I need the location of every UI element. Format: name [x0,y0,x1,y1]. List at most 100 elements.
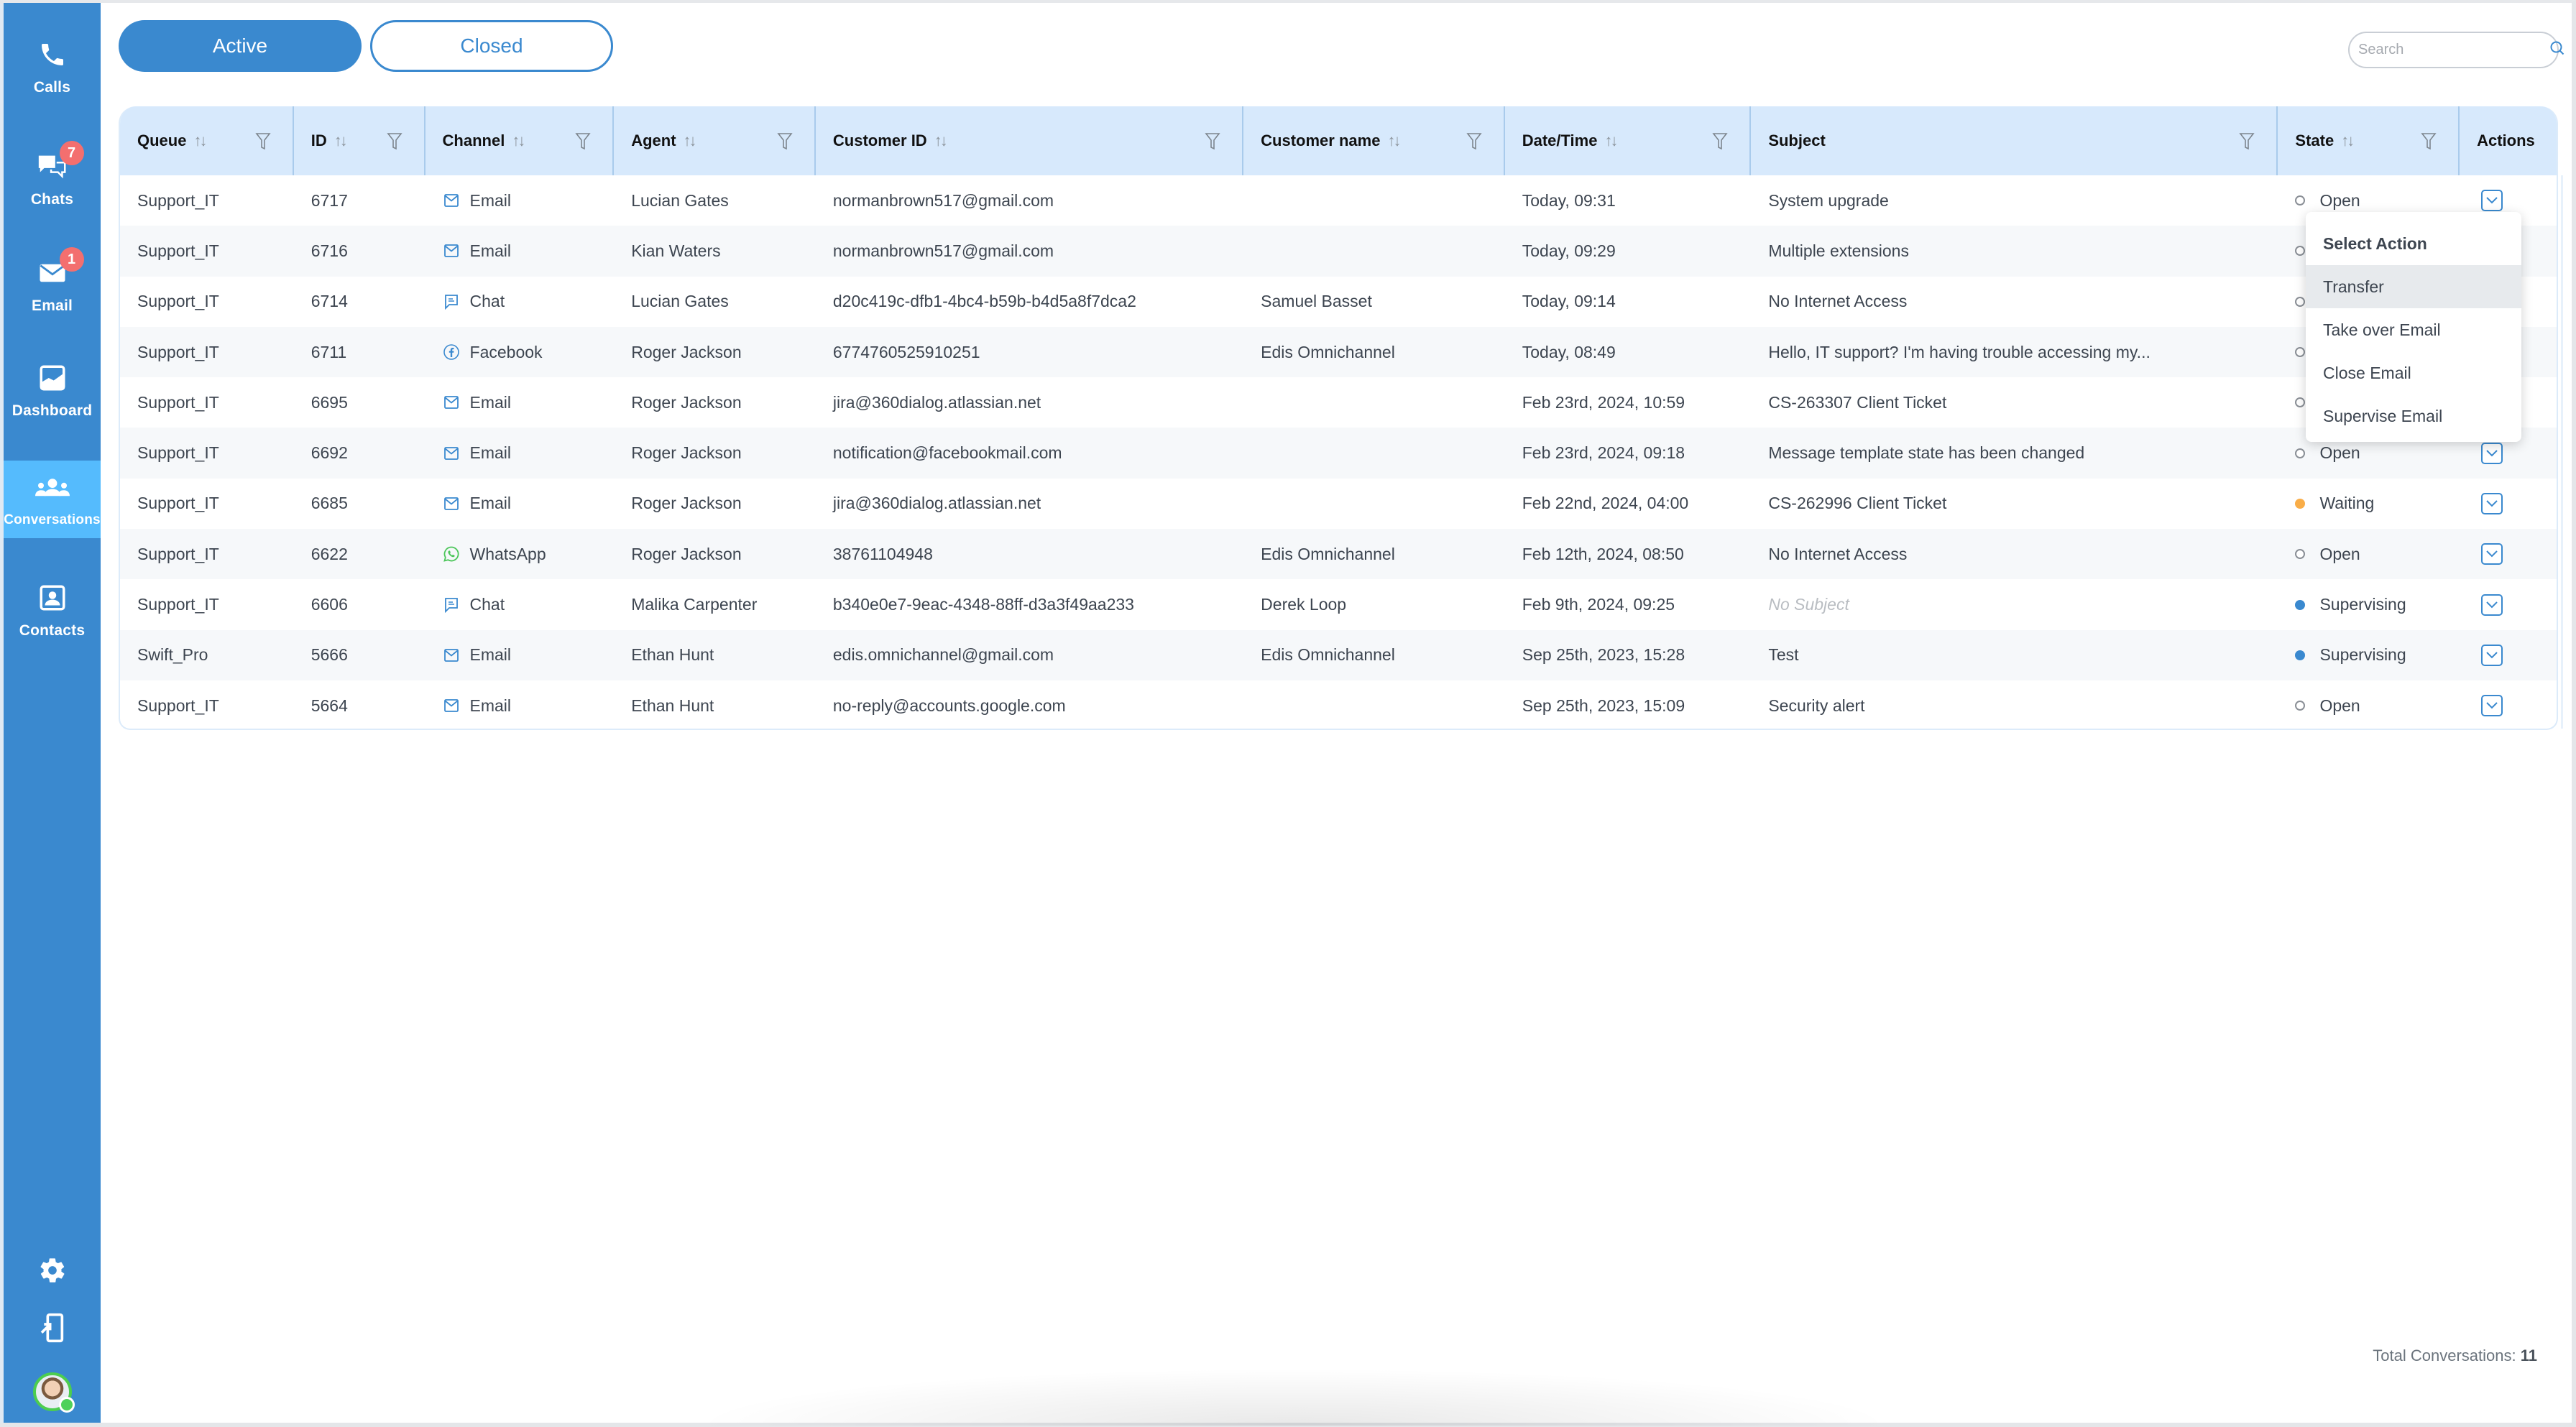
filter-icon[interactable] [1712,132,1728,151]
column-header-id[interactable]: ID ↑↓ [294,106,426,175]
chat-icon [443,596,460,614]
cell-agent: Roger Jackson [631,544,742,563]
filter-icon[interactable] [1466,132,1482,151]
table-row[interactable]: Support_IT 6622 WhatsApp Roger Jackson 38761… [120,529,2557,580]
state-label: Open [2319,696,2360,715]
email-icon [443,445,460,462]
filter-icon[interactable] [575,132,591,151]
cell-agent: Roger Jackson [631,443,742,463]
cell-customer-id: edis.omnichannel@gmail.com [832,645,1054,665]
filter-icon[interactable] [255,132,271,151]
cell-subject: System upgrade [1768,190,1889,210]
sidebar-item-contacts[interactable]: Contacts [4,571,101,650]
state-label: Open [2319,190,2360,210]
filter-icon[interactable] [2239,132,2255,151]
cell-queue: Support_IT [137,595,219,614]
cell-channel: Email [426,680,615,729]
sidebar-item-label: Chats [30,191,74,208]
cell-subject: CS-262996 Client Ticket [1768,494,1947,513]
sidebar-item-chats[interactable]: 7 Chats [4,139,101,218]
table-row[interactable]: Support_IT 6711 Facebook Roger Jackson 67747… [120,326,2557,378]
filter-icon[interactable] [777,132,793,151]
sidebar-item-dashboard[interactable]: Dashboard [4,351,101,430]
tab-closed[interactable]: Closed [370,20,613,72]
facebook-icon [443,343,460,361]
cell-customer-name: Edis Omnichannel [1261,544,1395,563]
column-header-queue[interactable]: Queue ↑↓ [120,106,294,175]
sort-icon[interactable]: ↑↓ [193,131,207,150]
row-action-dropdown-button[interactable] [2481,644,2503,666]
sidebar-item-label: Dashboard [12,402,93,419]
column-header-customer-id[interactable]: Customer ID ↑↓ [816,106,1244,175]
row-action-dropdown-button[interactable] [2481,492,2503,514]
cell-subject: Message template state has been changed [1768,443,2085,463]
online-status-indicator [58,1397,75,1413]
sort-icon[interactable]: ↑↓ [2341,131,2355,150]
column-header-customer-name[interactable]: Customer name ↑↓ [1243,106,1505,175]
cell-customer-name: Samuel Basset [1261,292,1372,311]
row-action-dropdown-button[interactable] [2481,695,2503,717]
cell-id: 6716 [310,241,348,260]
user-profile-button[interactable] [4,1372,101,1413]
row-action-dropdown-button[interactable] [2481,594,2503,616]
table-row[interactable]: Support_IT 5664 Email Ethan Hunt no-reply@ac… [120,680,2557,729]
table-row[interactable]: Support_IT 6692 Email Roger Jackson notifica… [120,428,2557,479]
column-header-agent[interactable]: Agent ↑↓ [614,106,816,175]
cell-id: 6692 [310,443,348,463]
table-row[interactable]: Support_IT 6716 Email Kian Waters normanbrow… [120,226,2557,277]
table-row[interactable]: Swift_Pro 5666 Email Ethan Hunt edis.omnicha… [120,629,2557,680]
channel-label: Email [469,645,512,665]
search-box [2348,32,2564,68]
sort-icon[interactable]: ↑↓ [934,131,948,150]
row-action-dropdown-button[interactable] [2481,442,2503,464]
vertical-scrollbar[interactable] [2561,175,2563,729]
sort-icon[interactable]: ↑↓ [1604,131,1618,150]
table-row[interactable]: Support_IT 6717 Email Lucian Gates normanbro… [120,175,2557,226]
chevron-down-icon [2486,197,2498,204]
tab-active[interactable]: Active [119,20,362,72]
row-action-dropdown-button[interactable] [2481,190,2503,212]
sort-icon[interactable]: ↑↓ [1387,131,1401,150]
search-icon[interactable] [2549,40,2566,60]
table-row[interactable]: Support_IT 6695 Email Roger Jackson jira@360… [120,377,2557,428]
logout-button[interactable] [4,1312,101,1347]
sort-icon[interactable]: ↑↓ [512,131,525,150]
cell-queue: Support_IT [137,443,219,463]
sidebar-item-conversations[interactable]: Conversations [4,461,101,538]
sidebar-item-calls[interactable]: Calls [4,27,101,106]
table-row[interactable]: Support_IT 6685 Email Roger Jackson jira@360… [120,479,2557,529]
cell-state: Open [2278,529,2460,579]
column-header-label: Date/Time [1522,131,1598,149]
column-header-channel[interactable]: Channel ↑↓ [426,106,615,175]
state-indicator-icon [2295,599,2306,610]
sort-icon[interactable]: ↑↓ [334,131,348,150]
filter-icon[interactable] [1205,132,1220,151]
menu-item-transfer[interactable]: Transfer [2306,265,2521,308]
table-row[interactable]: Support_IT 6606 Chat Malika Carpenter b340e0… [120,579,2557,629]
email-icon [443,697,460,714]
cell-customer-id: normanbrown517@gmail.com [832,241,1054,260]
channel-label: WhatsApp [469,544,546,563]
table-row[interactable]: Support_IT 6714 Chat Lucian Gates d20c419c-d… [120,277,2557,327]
cell-customer-name [1243,175,1505,226]
row-action-dropdown-button[interactable] [2481,543,2503,565]
column-header-state[interactable]: State ↑↓ [2278,106,2460,175]
total-label: Total Conversations: [2373,1347,2516,1364]
cell-agent: Ethan Hunt [631,645,714,665]
search-input[interactable] [2358,42,2549,58]
cell-customer-id: jira@360dialog.atlassian.net [832,494,1041,513]
sidebar-item-email[interactable]: 1 Email [4,246,101,325]
column-header-date-time[interactable]: Date/Time ↑↓ [1505,106,1752,175]
menu-item-supervise-email[interactable]: Supervise Email [2306,394,2521,438]
channel-label: Chat [469,595,505,614]
chats-badge: 7 [59,141,84,165]
settings-button[interactable] [4,1256,101,1288]
phone-icon [35,37,70,72]
state-indicator-icon [2295,195,2306,206]
menu-item-take-over-email[interactable]: Take over Email [2306,308,2521,351]
filter-icon[interactable] [2421,132,2437,151]
state-indicator-icon [2295,549,2306,560]
menu-item-close-email[interactable]: Close Email [2306,351,2521,394]
sort-icon[interactable]: ↑↓ [684,131,697,150]
filter-icon[interactable] [386,132,402,151]
